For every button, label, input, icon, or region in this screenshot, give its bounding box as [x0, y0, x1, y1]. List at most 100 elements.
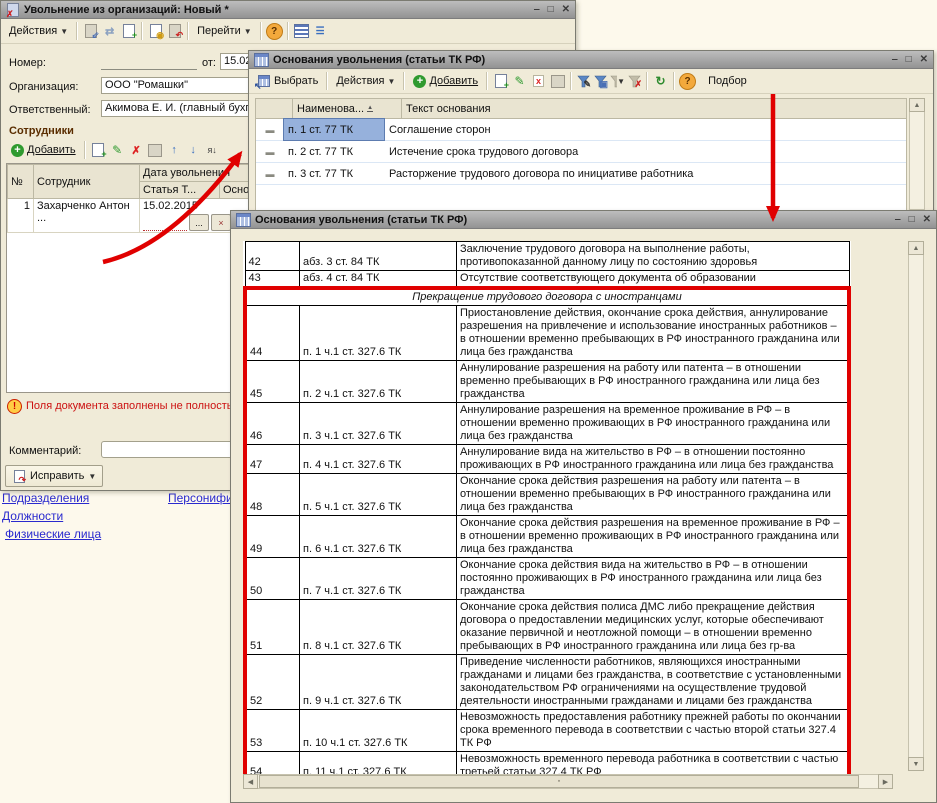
pick-cell-art[interactable]: абз. 3 ст. 84 ТК [300, 242, 457, 271]
pick-table-row[interactable]: 49п. 6 ч.1 ст. 327.6 ТКОкончание срока д… [245, 516, 849, 558]
list-title-bar[interactable]: Основания увольнения (статьи ТК РФ) ‒□✕ [249, 51, 933, 69]
col-header-num[interactable]: № [8, 165, 34, 199]
pick-cell-num[interactable]: 43 [245, 271, 300, 289]
structure-settings-icon[interactable]: ☰ [312, 23, 329, 39]
employee-edit-icon[interactable]: ✎ [109, 142, 126, 158]
ground-text-cell[interactable]: Соглашение сторон [384, 124, 906, 136]
filter-settings-icon[interactable]: ▣ [593, 74, 608, 88]
pick-table-row[interactable]: 46п. 3 ч.1 ст. 327.6 ТКАннулирование раз… [245, 403, 849, 445]
pick-cell-art[interactable]: п. 8 ч.1 ст. 327.6 ТК [300, 600, 457, 655]
employee-sort-icon[interactable]: я↓ [204, 142, 221, 158]
pick-table-row[interactable]: 50п. 7 ч.1 ст. 327.6 ТКОкончание срока д… [245, 558, 849, 600]
minimize-icon[interactable]: ‒ [534, 4, 540, 15]
pick-cell-art[interactable]: п. 5 ч.1 ст. 327.6 ТК [300, 474, 457, 516]
pick-cell-txt[interactable]: Заключение трудового договора на выполне… [457, 242, 850, 271]
pick-table-row[interactable]: 43абз. 4 ст. 84 ТКОтсутствие соответству… [245, 271, 849, 289]
pick-cell-art[interactable]: п. 1 ч.1 ст. 327.6 ТК [300, 306, 457, 361]
pick-cell-num[interactable]: 53 [245, 710, 300, 752]
pick-cell-art[interactable]: п. 9 ч.1 ст. 327.6 ТК [300, 655, 457, 710]
link-personified[interactable]: Персонифи [168, 491, 233, 505]
employee-move-down-icon[interactable]: ↓ [185, 142, 202, 158]
grounds-list-row[interactable]: ▬п. 3 ст. 77 ТКРасторжение трудового дог… [256, 163, 906, 185]
list-end-edit-icon[interactable] [549, 73, 566, 89]
pick-cell-num[interactable]: 51 [245, 600, 300, 655]
name-col-header[interactable]: Наименова...▲ [293, 99, 402, 118]
filter-clear-icon[interactable]: ✗ [627, 74, 642, 88]
undo-posting-icon[interactable]: ↶ [166, 23, 183, 39]
scroll-up-icon[interactable]: ▲ [908, 241, 924, 255]
pick-table-row[interactable]: 48п. 5 ч.1 ст. 327.6 ТКОкончание срока д… [245, 474, 849, 516]
post-with-movements-icon[interactable]: ◉ [147, 23, 164, 39]
ground-text-cell[interactable]: Истечение срока трудового договора [384, 146, 906, 158]
employee-add-button[interactable]: + Добавить [7, 143, 80, 158]
maximize-icon[interactable]: □ [548, 4, 554, 15]
grounds-list-row[interactable]: ▬п. 1 ст. 77 ТКСоглашение сторон [256, 119, 906, 141]
ground-article-cell[interactable]: п. 2 ст. 77 ТК [284, 141, 384, 162]
ground-article-cell[interactable]: п. 1 ст. 77 ТК [284, 119, 384, 140]
maximize-icon[interactable]: □ [909, 214, 915, 225]
employee-delete-icon[interactable]: ✗ [128, 142, 145, 158]
pick-table-row[interactable]: 42абз. 3 ст. 84 ТКЗаключение трудового д… [245, 242, 849, 271]
close-icon[interactable]: ✕ [920, 54, 928, 65]
pick-cell-txt[interactable]: Аннулирование вида на жительство в РФ – … [457, 445, 850, 474]
link-departments[interactable]: Подразделения [2, 491, 89, 505]
pick-cell-art[interactable]: п. 10 ч.1 ст. 327.6 ТК [300, 710, 457, 752]
maximize-icon[interactable]: □ [906, 54, 912, 65]
pick-table-row[interactable]: 47п. 4 ч.1 ст. 327.6 ТКАннулирование вид… [245, 445, 849, 474]
pick-cell-num[interactable]: 47 [245, 445, 300, 474]
close-icon[interactable]: ✕ [562, 4, 570, 15]
ground-text-cell[interactable]: Расторжение трудового договора по инициа… [384, 168, 906, 180]
employee-end-edit-icon[interactable] [147, 142, 164, 158]
minimize-icon[interactable]: ‒ [895, 214, 901, 225]
scroll-left-icon[interactable]: ◀ [243, 774, 258, 789]
hscroll-thumb[interactable]: ▪ [259, 775, 859, 788]
pick-cell-txt[interactable]: Аннулирование разрешения на работу или п… [457, 361, 850, 403]
pick-title-bar[interactable]: Основания увольнения (статьи ТК РФ) ‒□✕ [231, 211, 936, 229]
pick-cell-num[interactable]: 42 [245, 242, 300, 271]
pick-table-row[interactable]: 52п. 9 ч.1 ст. 327.6 ТКПриведение числен… [245, 655, 849, 710]
select-button[interactable]: ↖ Выбрать [253, 72, 322, 90]
help-icon[interactable]: ? [679, 73, 696, 90]
pick-table-row[interactable]: 45п. 2 ч.1 ст. 327.6 ТКАннулирование раз… [245, 361, 849, 403]
pick-cell-txt[interactable]: Приведение численности работников, являю… [457, 655, 850, 710]
pick-cell-num[interactable]: 48 [245, 474, 300, 516]
pick-cell-txt[interactable]: Невозможность предоставления работнику п… [457, 710, 850, 752]
pick-cell-txt[interactable]: Приостановление действия, окончание срок… [457, 306, 850, 361]
col-header-employee[interactable]: Сотрудник [34, 165, 140, 199]
minimize-icon[interactable]: ‒ [892, 54, 898, 65]
ground-article-cell[interactable]: п. 3 ст. 77 ТК [284, 163, 384, 184]
col-header-article[interactable]: Статья Т... [140, 182, 220, 199]
refresh-icon[interactable]: ↻ [652, 73, 669, 89]
filter-history-icon[interactable]: ▼ [610, 74, 625, 88]
pick-table-row[interactable]: 53п. 10 ч.1 ст. 327.6 ТКНевозможность пр… [245, 710, 849, 752]
pick-cell-num[interactable]: 44 [245, 306, 300, 361]
fix-button[interactable]: ↷ Исправить▼ [5, 465, 103, 487]
close-icon[interactable]: ✕ [923, 214, 931, 225]
link-individuals[interactable]: Физические лица [5, 527, 101, 541]
help-icon[interactable]: ? [266, 23, 283, 40]
pick-cell-txt[interactable]: Окончание срока действия полиса ДМС либо… [457, 600, 850, 655]
pick-vscrollbar[interactable] [908, 241, 924, 771]
pick-cell-num[interactable]: 45 [245, 361, 300, 403]
pick-cell-txt[interactable]: Отсутствие соответствующего документа об… [457, 271, 850, 289]
actions-menu-button[interactable]: Действия▼ [5, 24, 72, 38]
list-vscrollbar[interactable] [909, 98, 925, 210]
main-title-bar[interactable]: ✗ Увольнение из организаций: Новый * ‒□✕ [1, 1, 575, 19]
post-document-icon[interactable]: ⇙ [82, 23, 99, 39]
copy-document-icon[interactable]: + [120, 23, 137, 39]
pick-cell-txt[interactable]: Окончание срока действия разрешения на р… [457, 474, 850, 516]
list-delete-icon[interactable]: x [530, 73, 547, 89]
pick-cell-num[interactable]: 49 [245, 516, 300, 558]
pick-cell-num[interactable]: 52 [245, 655, 300, 710]
pick-cell-txt[interactable]: Аннулирование разрешения на временное пр… [457, 403, 850, 445]
list-actions-button[interactable]: Действия▼ [332, 74, 399, 88]
employee-move-up-icon[interactable]: ↑ [166, 142, 183, 158]
pick-cell-txt[interactable]: Окончание срока действия вида на жительс… [457, 558, 850, 600]
article-choose-button[interactable]: ... [189, 214, 209, 231]
pick-table-row[interactable]: 51п. 8 ч.1 ст. 327.6 ТКОкончание срока д… [245, 600, 849, 655]
pick-cell-art[interactable]: п. 7 ч.1 ст. 327.6 ТК [300, 558, 457, 600]
list-settings-icon[interactable] [293, 23, 310, 39]
filter-set-icon[interactable]: ✎ [576, 74, 591, 88]
pick-cell-num[interactable]: 46 [245, 403, 300, 445]
pick-cell-num[interactable]: 50 [245, 558, 300, 600]
